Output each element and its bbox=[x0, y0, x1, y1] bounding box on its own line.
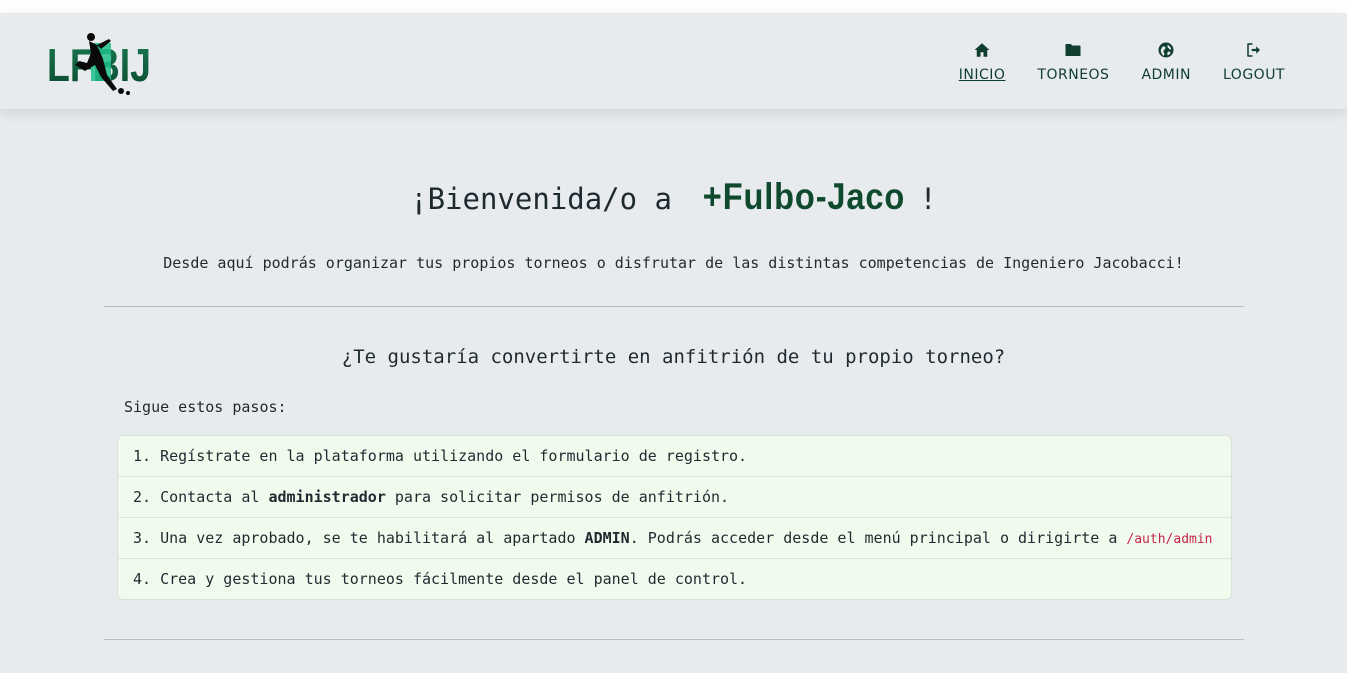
welcome-subtitle: Desde aquí podrás organizar tus propios … bbox=[163, 254, 1184, 272]
welcome-heading: ¡Bienvenida/o a +Fulbo-Jaco! bbox=[0, 176, 1347, 218]
nav-label: INICIO bbox=[958, 67, 1006, 83]
step-text: 4. Crea y gestiona tus torneos fácilment… bbox=[133, 570, 748, 588]
steps-list: 1. Regístrate en la plataforma utilizand… bbox=[117, 435, 1232, 600]
step-text: 1. Regístrate en la plataforma utilizand… bbox=[133, 447, 748, 465]
brand-name: +Fulbo-Jaco bbox=[703, 176, 906, 217]
nav-label: LOGOUT bbox=[1223, 67, 1285, 83]
steps-label: Sigue estos pasos: bbox=[124, 398, 287, 416]
nav-item-admin[interactable]: ADMIN bbox=[1141, 41, 1191, 83]
divider bbox=[104, 306, 1244, 307]
nav-label: TORNEOS bbox=[1037, 67, 1110, 83]
step-text: para solicitar permisos de anfitrión. bbox=[385, 488, 730, 506]
nav-item-logout[interactable]: LOGOUT bbox=[1223, 41, 1285, 83]
host-question: ¿Te gustaría convertirte en anfitrión de… bbox=[341, 346, 1006, 368]
top-strip bbox=[0, 0, 1347, 13]
nav-label: ADMIN bbox=[1141, 67, 1191, 83]
folder-icon bbox=[1065, 44, 1081, 56]
logo-graphic: LFBIJ bbox=[47, 33, 151, 95]
globe-icon bbox=[1158, 42, 1174, 58]
welcome-suffix: ! bbox=[919, 182, 937, 216]
step-text: . Podrás acceder desde el menú principal… bbox=[629, 529, 1127, 547]
step-item: 1. Regístrate en la plataforma utilizand… bbox=[118, 436, 1231, 477]
admin-path-code: /auth/admin bbox=[1126, 532, 1213, 547]
step-item: 4. Crea y gestiona tus torneos fácilment… bbox=[118, 559, 1231, 599]
site-logo[interactable]: LFBIJ bbox=[45, 31, 157, 101]
nav-item-torneos[interactable]: TORNEOS bbox=[1037, 41, 1109, 83]
step-item: 2. Contacta al administrador para solici… bbox=[118, 477, 1231, 518]
step-text: 3. Una vez aprobado, se te habilitará al… bbox=[133, 529, 585, 547]
step-text: 2. Contacta al bbox=[133, 488, 269, 506]
main-nav: INICIO TORNEOS ADMIN LOGOUT bbox=[959, 41, 1285, 83]
home-icon bbox=[974, 43, 990, 57]
step-item: 3. Una vez aprobado, se te habilitará al… bbox=[118, 518, 1231, 559]
divider bbox=[104, 639, 1244, 640]
step-bold: administrador bbox=[268, 488, 386, 506]
step-bold: ADMIN bbox=[584, 529, 630, 547]
nav-item-inicio[interactable]: INICIO bbox=[959, 41, 1006, 83]
welcome-prefix: ¡Bienvenida/o a bbox=[410, 182, 690, 216]
logout-icon bbox=[1247, 43, 1260, 57]
navbar: LFBIJ INICIO TORNEOS ADMI bbox=[0, 13, 1347, 109]
